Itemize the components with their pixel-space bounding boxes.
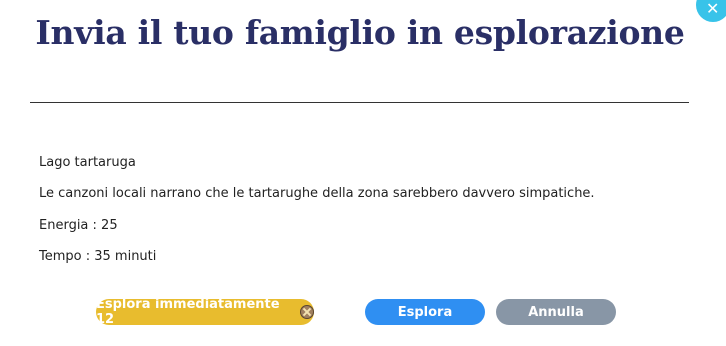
- cancel-button[interactable]: Annulla: [496, 299, 616, 325]
- explore-button[interactable]: Esplora: [365, 299, 485, 325]
- coin-icon: [300, 305, 314, 319]
- title-divider: [30, 102, 689, 103]
- energy-cost: Energia : 25: [39, 218, 118, 233]
- explore-modal: Invia il tuo famiglio in esplorazione La…: [0, 0, 726, 346]
- explore-immediately-button[interactable]: Esplora immediatamente 12: [96, 297, 314, 327]
- explore-immediately-label: Esplora immediatamente 12: [96, 297, 280, 327]
- close-icon[interactable]: ✕: [696, 0, 726, 22]
- location-description: Le canzoni locali narrano che le tartaru…: [39, 186, 595, 201]
- location-name: Lago tartaruga: [39, 155, 136, 170]
- time-duration: Tempo : 35 minuti: [39, 249, 157, 264]
- modal-title: Invia il tuo famiglio in esplorazione: [35, 13, 685, 52]
